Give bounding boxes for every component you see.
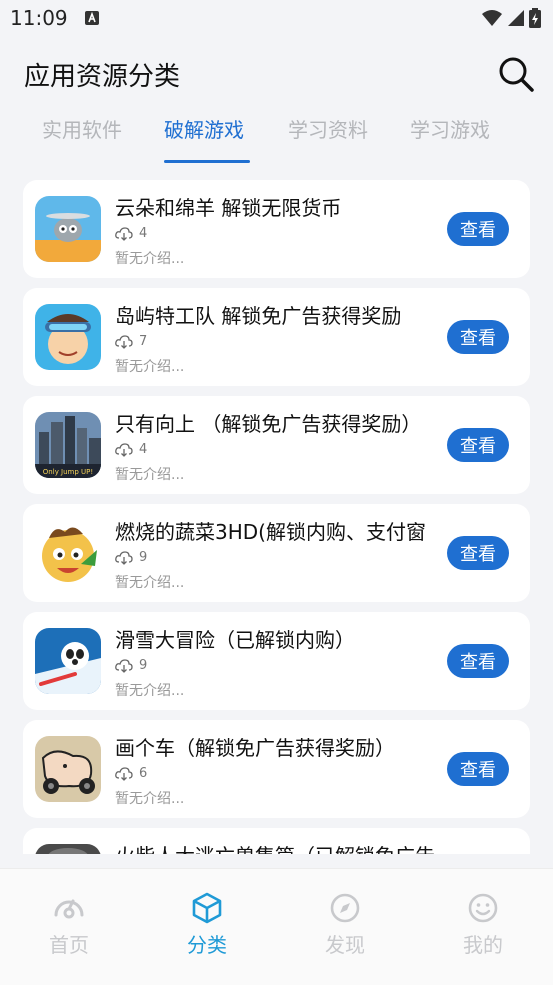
tab-learning-games[interactable]: 学习游戏 <box>410 114 490 143</box>
status-time: 11:09 <box>10 6 68 30</box>
download-number: 4 <box>139 226 148 241</box>
battery-icon <box>529 8 541 28</box>
cube-icon <box>192 892 222 924</box>
view-button[interactable]: 查看 <box>447 428 509 462</box>
download-count: 7 <box>115 334 147 349</box>
active-tab-indicator <box>164 160 250 163</box>
list-item[interactable]: 画个车（解锁免广告获得奖励） 6 暂无介绍... 查看 <box>23 720 530 818</box>
notification-icon <box>85 11 99 25</box>
app-thumbnail <box>35 520 101 586</box>
list-item[interactable]: 云朵和绵羊 解锁无限货币 4 暂无介绍... 查看 <box>23 180 530 278</box>
thumbnail-logo-text: Only Jump UP! <box>43 468 93 476</box>
cloud-download-icon <box>115 226 133 241</box>
nav-category-label: 分类 <box>187 933 227 957</box>
status-bar: 11:09 <box>0 0 553 36</box>
cloud-download-icon <box>115 442 133 457</box>
app-thumbnail <box>35 736 101 802</box>
cloud-download-icon <box>115 658 133 673</box>
tab-cracked-games[interactable]: 破解游戏 <box>164 114 244 143</box>
app-description: 暂无介绍... <box>115 683 185 699</box>
download-count: 6 <box>115 766 147 781</box>
view-button[interactable]: 查看 <box>447 320 509 354</box>
smiley-icon <box>468 893 498 923</box>
nav-mine-label: 我的 <box>463 933 503 957</box>
download-count: 9 <box>115 550 147 565</box>
app-name: 只有向上 （解锁免广告获得奖励） <box>115 412 422 436</box>
search-icon[interactable] <box>496 54 536 94</box>
app-thumbnail <box>35 304 101 370</box>
nav-home[interactable]: 首页 <box>19 891 119 958</box>
list-item[interactable]: Only Jump UP! 只有向上 （解锁免广告获得奖励） 4 暂无介绍...… <box>23 396 530 494</box>
compass-icon <box>330 893 360 923</box>
app-name: 火柴人大逃亡兽集篇（已解锁免广告 <box>115 840 445 854</box>
list-item[interactable]: 燃烧的蔬菜3HD(解锁内购、支付窗 9 暂无介绍... 查看 <box>23 504 530 602</box>
nav-discover[interactable]: 发现 <box>295 891 395 958</box>
list-item[interactable]: 火柴人大逃亡兽集篇（已解锁免广告 <box>23 828 530 854</box>
system-icons <box>481 8 541 28</box>
cloud-download-icon <box>115 334 133 349</box>
download-count: 4 <box>115 226 147 241</box>
cloud-download-icon <box>115 766 133 781</box>
view-button[interactable]: 查看 <box>447 752 509 786</box>
app-name: 滑雪大冒险（已解锁内购） <box>115 628 355 652</box>
app-description: 暂无介绍... <box>115 575 185 591</box>
nav-mine[interactable]: 我的 <box>433 891 533 958</box>
header: 应用资源分类 <box>0 36 553 110</box>
wifi-icon <box>482 10 502 26</box>
app-name: 燃烧的蔬菜3HD(解锁内购、支付窗 <box>115 520 426 544</box>
download-count: 9 <box>115 658 147 673</box>
app-thumbnail <box>35 844 101 854</box>
app-name: 岛屿特工队 解锁免广告获得奖励 <box>115 304 402 328</box>
tab-study-materials[interactable]: 学习资料 <box>288 114 368 143</box>
list-item[interactable]: 岛屿特工队 解锁免广告获得奖励 7 暂无介绍... 查看 <box>23 288 530 386</box>
view-button[interactable]: 查看 <box>447 644 509 678</box>
view-button[interactable]: 查看 <box>447 536 509 570</box>
app-description: 暂无介绍... <box>115 467 185 483</box>
app-thumbnail: Only Jump UP! <box>35 412 101 478</box>
download-number: 6 <box>139 766 148 781</box>
app-thumbnail <box>35 196 101 262</box>
cloud-download-icon <box>115 550 133 565</box>
view-button[interactable]: 查看 <box>447 212 509 246</box>
download-number: 9 <box>139 658 148 673</box>
bottom-nav: 首页 分类 发现 我的 <box>0 868 553 985</box>
app-description: 暂无介绍... <box>115 791 185 807</box>
app-description: 暂无介绍... <box>115 359 185 375</box>
app-description: 暂无介绍... <box>115 251 185 267</box>
signal-icon <box>508 10 524 26</box>
nav-category[interactable]: 分类 <box>157 891 257 958</box>
nav-discover-label: 发现 <box>325 933 365 957</box>
app-list: 云朵和绵羊 解锁无限货币 4 暂无介绍... 查看 岛屿特工队 解锁免广告获得奖… <box>0 168 553 854</box>
app-name: 画个车（解锁免广告获得奖励） <box>115 736 395 760</box>
download-number: 7 <box>139 334 148 349</box>
dashboard-icon <box>54 899 84 919</box>
tab-utility-software[interactable]: 实用软件 <box>42 114 122 143</box>
category-tabs: 实用软件 破解游戏 学习资料 学习游戏 <box>0 110 553 168</box>
app-name: 云朵和绵羊 解锁无限货币 <box>115 196 342 220</box>
download-number: 9 <box>139 550 148 565</box>
download-count: 4 <box>115 442 147 457</box>
nav-home-label: 首页 <box>49 933 89 957</box>
download-number: 4 <box>139 442 148 457</box>
page-title: 应用资源分类 <box>24 62 181 92</box>
app-thumbnail <box>35 628 101 694</box>
list-item[interactable]: 滑雪大冒险（已解锁内购） 9 暂无介绍... 查看 <box>23 612 530 710</box>
